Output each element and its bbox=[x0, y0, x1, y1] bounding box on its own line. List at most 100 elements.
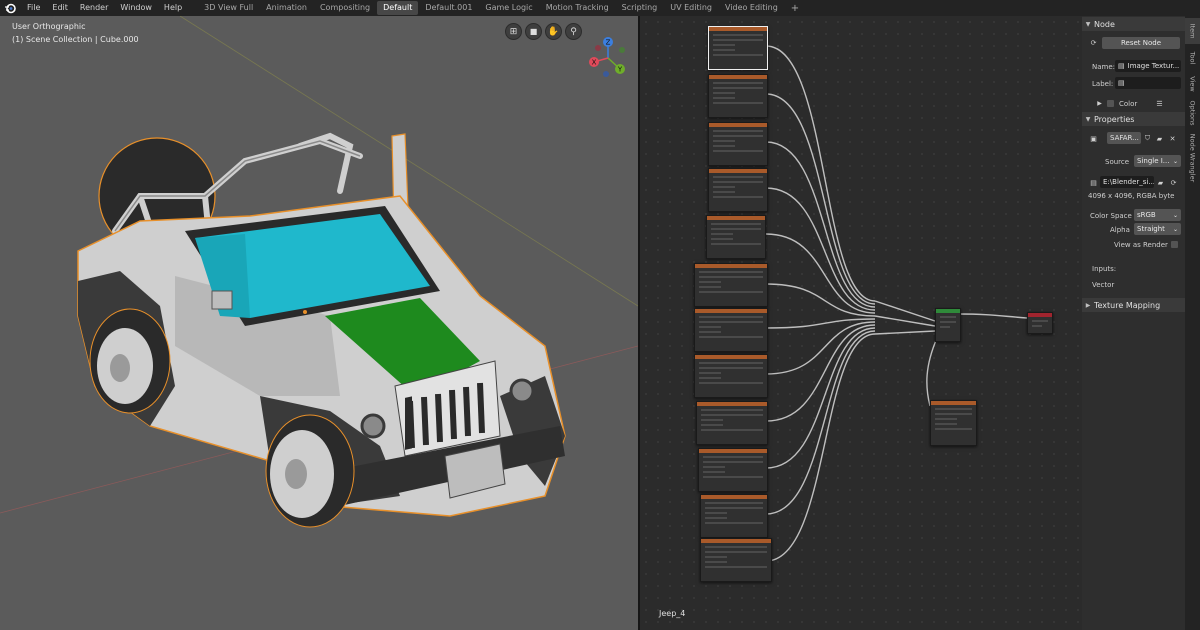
tab-node-wrangler[interactable]: Node Wrangler bbox=[1185, 130, 1200, 186]
image-icon: ▤ bbox=[1090, 178, 1097, 187]
name-value: Image Textur... bbox=[1127, 62, 1180, 70]
folder-icon[interactable]: ▰ bbox=[1155, 177, 1166, 188]
texture-mapping-section-header[interactable]: ▶ Texture Mapping bbox=[1082, 298, 1185, 312]
source-dropdown[interactable]: Single I... ⌄ bbox=[1134, 155, 1181, 167]
workspace-tab-uv-editing[interactable]: UV Editing bbox=[664, 1, 718, 15]
add-workspace-button[interactable]: + bbox=[785, 3, 805, 14]
collection-label: (1) Scene Collection | Cube.000 bbox=[12, 35, 139, 44]
workspace-tab-compositing[interactable]: Compositing bbox=[314, 1, 376, 15]
menu-render[interactable]: Render bbox=[74, 0, 114, 16]
scene-canvas bbox=[0, 16, 638, 528]
navigation-gizmo[interactable]: Z Y X bbox=[586, 36, 630, 80]
node-section-header[interactable]: ▼ Node bbox=[1082, 17, 1185, 31]
alpha-dropdown[interactable]: Straight ⌄ bbox=[1134, 223, 1181, 235]
material-output-node[interactable] bbox=[1027, 312, 1053, 334]
node-editor[interactable]: Jeep_4 bbox=[640, 16, 1082, 630]
tab-options[interactable]: Options bbox=[1185, 98, 1200, 128]
material-name-label: Jeep_4 bbox=[659, 609, 686, 618]
workspace-tab-video-editing[interactable]: Video Editing bbox=[719, 1, 784, 15]
menu-help[interactable]: Help bbox=[158, 0, 188, 16]
magnifier-icon: ⚲ bbox=[570, 26, 577, 37]
toggle-camera-view-button[interactable]: ⊞ bbox=[505, 23, 522, 40]
workspace-tab-default-001[interactable]: Default.001 bbox=[419, 1, 478, 15]
view-as-render-checkbox[interactable] bbox=[1171, 241, 1178, 248]
expand-triangle-icon[interactable]: ▶ bbox=[1094, 98, 1105, 109]
zoom-view-button[interactable]: ⚲ bbox=[565, 23, 582, 40]
color-space-label: Color Space bbox=[1090, 212, 1132, 220]
grid-icon: ⊞ bbox=[509, 26, 518, 37]
name-label: Name: bbox=[1092, 63, 1116, 71]
vector-label: Vector bbox=[1092, 281, 1115, 289]
workspace-tab-3d-view-full[interactable]: 3D View Full bbox=[198, 1, 259, 15]
view-name-label: User Orthographic bbox=[12, 22, 86, 31]
menu-window[interactable]: Window bbox=[114, 0, 158, 16]
properties-section-header[interactable]: ▼ Properties bbox=[1082, 112, 1185, 126]
image-node-icon: ▤ bbox=[1118, 79, 1125, 87]
color-space-dropdown[interactable]: sRGB ⌄ bbox=[1134, 209, 1181, 221]
image-texture-node[interactable] bbox=[706, 215, 766, 259]
tab-view-label: View bbox=[1188, 76, 1197, 92]
inputs-label: Inputs: bbox=[1092, 265, 1117, 273]
hand-icon: ✋ bbox=[547, 26, 560, 37]
alpha-label: Alpha bbox=[1110, 226, 1130, 234]
pan-view-button[interactable]: ✋ bbox=[545, 23, 562, 40]
workspace-tab-game-logic[interactable]: Game Logic bbox=[479, 1, 538, 15]
chevron-down-icon: ⌄ bbox=[1172, 211, 1178, 219]
image-texture-node[interactable] bbox=[708, 26, 768, 70]
shield-icon[interactable]: ⛉ bbox=[1142, 133, 1153, 144]
color-space-value: sRGB bbox=[1137, 211, 1156, 219]
workspace-tab-scripting[interactable]: Scripting bbox=[616, 1, 664, 15]
workspace-tab-default[interactable]: Default bbox=[377, 1, 419, 15]
gizmo-x-label: X bbox=[592, 59, 597, 67]
image-texture-node[interactable] bbox=[708, 168, 768, 212]
principled-bsdf-node[interactable] bbox=[935, 308, 961, 342]
chevron-down-icon: ⌄ bbox=[1172, 225, 1178, 233]
list-icon[interactable]: ☰ bbox=[1154, 98, 1165, 109]
workspace-tab-animation[interactable]: Animation bbox=[260, 1, 313, 15]
image-texture-node[interactable] bbox=[708, 122, 768, 166]
camera-view-button[interactable]: ■ bbox=[525, 23, 542, 40]
3d-viewport[interactable]: User Orthographic (1) Scene Collection |… bbox=[0, 16, 638, 630]
image-texture-node[interactable] bbox=[696, 401, 768, 445]
close-icon[interactable]: ✕ bbox=[1167, 133, 1178, 144]
image-texture-node[interactable] bbox=[708, 74, 768, 118]
gizmo-y-label: Y bbox=[617, 66, 623, 74]
image-node-icon: ▤ bbox=[1118, 62, 1125, 70]
alpha-value: Straight bbox=[1137, 225, 1165, 233]
tab-view[interactable]: View bbox=[1185, 72, 1200, 96]
source-value: Single I... bbox=[1137, 157, 1170, 165]
image-name-field[interactable]: SAFAR... bbox=[1107, 132, 1141, 144]
workspace-tab-motion-tracking[interactable]: Motion Tracking bbox=[540, 1, 615, 15]
tab-options-label: Options bbox=[1188, 100, 1197, 126]
image-texture-node[interactable] bbox=[694, 263, 768, 307]
texture-mapping-title: Texture Mapping bbox=[1094, 300, 1161, 310]
image-texture-node[interactable] bbox=[694, 354, 768, 398]
view-as-render-label: View as Render bbox=[1114, 241, 1168, 249]
image-texture-node[interactable] bbox=[694, 308, 768, 352]
image-texture-node[interactable] bbox=[700, 538, 772, 582]
color-label: Color bbox=[1119, 100, 1138, 108]
reload-icon[interactable]: ⟳ bbox=[1168, 177, 1179, 188]
resolution-text: 4096 x 4096, RGBA byte bbox=[1088, 192, 1175, 200]
folder-icon[interactable]: ▰ bbox=[1154, 133, 1165, 144]
tab-item[interactable]: Item bbox=[1185, 18, 1200, 44]
image-texture-node[interactable] bbox=[930, 400, 977, 446]
collapse-triangle-icon: ▼ bbox=[1085, 20, 1091, 28]
image-browse-icon[interactable]: ▣ bbox=[1088, 133, 1099, 144]
top-bar: File Edit Render Window Help 3D View Ful… bbox=[0, 0, 1200, 16]
color-checkbox[interactable] bbox=[1107, 100, 1114, 107]
collapse-triangle-icon: ▼ bbox=[1085, 115, 1091, 123]
blender-logo-icon[interactable] bbox=[3, 1, 17, 15]
gizmo-z-label: Z bbox=[606, 39, 611, 47]
reset-node-button[interactable]: Reset Node bbox=[1102, 37, 1180, 49]
image-texture-node[interactable] bbox=[700, 494, 768, 538]
source-label: Source bbox=[1105, 158, 1130, 166]
tab-tool[interactable]: Tool bbox=[1185, 46, 1200, 70]
image-texture-node[interactable] bbox=[698, 448, 768, 492]
label-field[interactable]: ▤ bbox=[1115, 77, 1181, 89]
menu-file[interactable]: File bbox=[21, 0, 46, 16]
properties-section-title: Properties bbox=[1094, 114, 1135, 124]
menu-edit[interactable]: Edit bbox=[46, 0, 74, 16]
name-field[interactable]: ▤ Image Textur... bbox=[1115, 60, 1181, 72]
filepath-field[interactable]: E:\Blender_si... bbox=[1100, 176, 1154, 188]
